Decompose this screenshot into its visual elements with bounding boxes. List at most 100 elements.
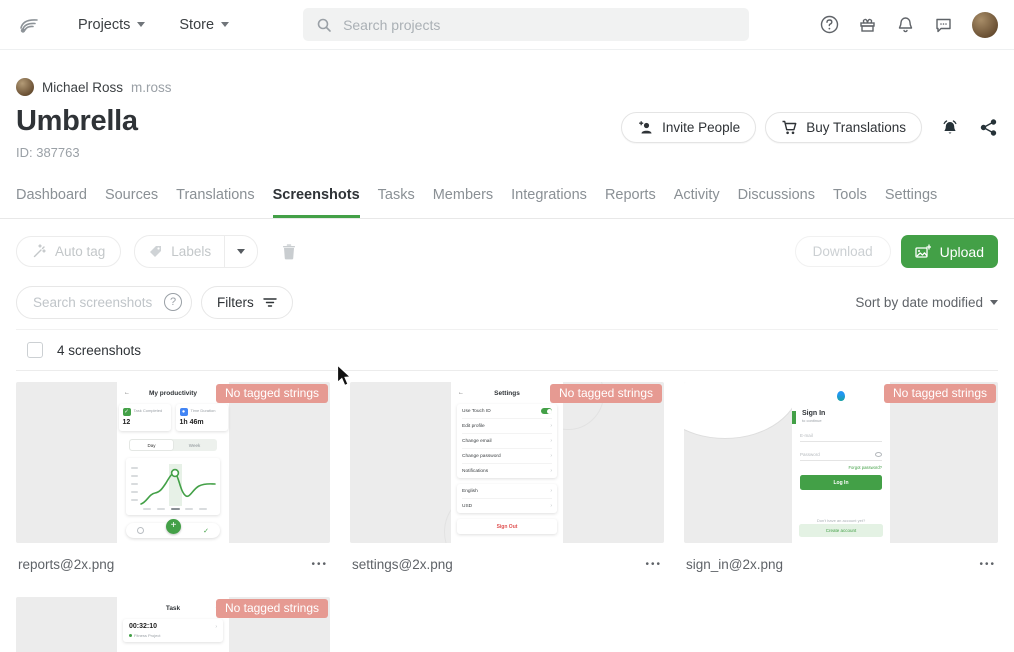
select-all-checkbox[interactable] xyxy=(27,342,43,358)
screenshot-card-task: No tagged strings Task 00:32:10 › Fit xyxy=(16,597,330,652)
owner-username: m.ross xyxy=(131,80,172,95)
tab-tasks[interactable]: Tasks xyxy=(378,187,415,218)
labels-dropdown-button[interactable] xyxy=(224,236,257,267)
store-menu[interactable]: Store xyxy=(179,17,229,33)
screenshot-filename: settings@2x.png xyxy=(352,557,453,572)
bell-icon[interactable] xyxy=(896,15,915,34)
eye-icon xyxy=(875,452,882,457)
project-dot-icon xyxy=(129,634,132,637)
screenshot-card-reports: No tagged strings ← My productivity ✓ Ta… xyxy=(16,382,330,573)
screenshot-search: ? xyxy=(16,286,192,319)
card-menu-icon[interactable]: ••• xyxy=(645,559,662,570)
screenshot-thumbnail[interactable]: No tagged strings Sign In to continue E-… xyxy=(684,382,998,543)
project-actions: Invite People Buy Translations xyxy=(621,112,998,143)
auto-tag-label: Auto tag xyxy=(55,244,105,259)
filters-button[interactable]: Filters xyxy=(201,286,293,319)
tab-sources[interactable]: Sources xyxy=(105,187,158,218)
tab-discussions[interactable]: Discussions xyxy=(738,187,815,218)
tab-dashboard[interactable]: Dashboard xyxy=(16,187,87,218)
screenshot-card-settings: No tagged strings ← Settings Use Touch I… xyxy=(350,382,664,573)
chevron-down-icon xyxy=(237,249,245,254)
clock-icon: ● xyxy=(180,408,188,416)
check-icon: ✓ xyxy=(123,408,131,416)
mini-title: My productivity xyxy=(149,390,197,397)
screenshot-search-input[interactable] xyxy=(31,294,158,311)
screenshot-thumbnail[interactable]: No tagged strings ← Settings Use Touch I… xyxy=(350,382,664,543)
chevron-down-icon xyxy=(137,22,145,27)
tab-integrations[interactable]: Integrations xyxy=(511,187,587,218)
mini-title: Settings xyxy=(494,390,520,397)
crowdin-logo-icon[interactable] xyxy=(16,12,42,38)
screenshot-count: 4 screenshots xyxy=(57,343,141,358)
projects-menu-label: Projects xyxy=(78,17,130,33)
sort-dropdown[interactable]: Sort by date modified xyxy=(855,295,998,310)
check-icon: ✓ xyxy=(203,527,209,535)
subscribe-bell-icon[interactable] xyxy=(940,118,960,138)
thumbnail-image: Sign In to continue E-mail Password Forg… xyxy=(792,382,890,543)
tab-screenshots[interactable]: Screenshots xyxy=(273,187,360,218)
chevron-down-icon xyxy=(990,300,998,305)
screenshot-thumbnail[interactable]: No tagged strings ← My productivity ✓ Ta… xyxy=(16,382,330,543)
buy-translations-button[interactable]: Buy Translations xyxy=(765,112,922,143)
mini-line-chart xyxy=(126,458,220,515)
owner-name: Michael Ross xyxy=(42,80,123,95)
labels-button[interactable]: Labels xyxy=(135,236,224,267)
image-add-icon xyxy=(915,244,931,259)
messages-icon[interactable] xyxy=(934,15,953,34)
status-badge: No tagged strings xyxy=(216,599,328,618)
toggle-on-icon xyxy=(541,408,552,414)
screenshot-card-signin: No tagged strings Sign In to continue E-… xyxy=(684,382,998,573)
projects-menu[interactable]: Projects xyxy=(78,17,145,33)
tag-icon xyxy=(148,244,163,259)
status-badge: No tagged strings xyxy=(884,384,996,403)
search-icon xyxy=(316,17,332,33)
app-logo-icon xyxy=(837,391,845,401)
screenshot-thumbnail[interactable]: No tagged strings Task 00:32:10 › Fit xyxy=(16,597,330,652)
cart-icon xyxy=(781,119,798,136)
tab-settings[interactable]: Settings xyxy=(885,187,937,218)
card-menu-icon[interactable]: ••• xyxy=(979,559,996,570)
screenshot-filename: sign_in@2x.png xyxy=(686,557,783,572)
card-menu-icon[interactable]: ••• xyxy=(311,559,328,570)
upload-button[interactable]: Upload xyxy=(901,235,998,268)
back-arrow-icon: ← xyxy=(124,390,130,396)
screenshots-grid: No tagged strings ← My productivity ✓ Ta… xyxy=(0,382,1014,652)
top-navbar: Projects Store xyxy=(0,0,1014,50)
thumbnail-image: ← Settings Use Touch ID Edit profile› xyxy=(451,382,563,543)
thumbnail-image: Task 00:32:10 › Fitness Project xyxy=(117,597,229,652)
tab-members[interactable]: Members xyxy=(433,187,493,218)
status-badge: No tagged strings xyxy=(216,384,328,403)
project-id: ID: 387763 xyxy=(16,145,998,160)
download-button[interactable]: Download xyxy=(795,236,891,267)
gift-icon[interactable] xyxy=(858,15,877,34)
auto-tag-button[interactable]: Auto tag xyxy=(16,236,121,267)
magic-wand-icon xyxy=(32,244,47,259)
help-icon[interactable] xyxy=(820,15,839,34)
global-search xyxy=(303,8,749,41)
app-window: Projects Store xyxy=(0,0,1014,652)
store-menu-label: Store xyxy=(179,17,214,33)
global-search-input[interactable] xyxy=(341,16,736,34)
invite-people-button[interactable]: Invite People xyxy=(621,112,756,143)
share-icon[interactable] xyxy=(978,118,998,138)
tab-activity[interactable]: Activity xyxy=(674,187,720,218)
tab-tools[interactable]: Tools xyxy=(833,187,867,218)
download-label: Download xyxy=(813,244,873,259)
mini-title: Task xyxy=(166,605,180,612)
filter-bar: ? Filters Sort by date modified xyxy=(0,285,1014,319)
upload-label: Upload xyxy=(940,244,984,260)
person-add-icon xyxy=(637,119,654,136)
screenshot-filename: reports@2x.png xyxy=(18,557,114,572)
user-avatar[interactable] xyxy=(972,12,998,38)
thumbnail-image: ← My productivity ✓ Task Completed 12 xyxy=(117,382,229,543)
tab-reports[interactable]: Reports xyxy=(605,187,656,218)
filters-label: Filters xyxy=(217,295,254,310)
navbar-actions xyxy=(820,12,998,38)
tab-translations[interactable]: Translations xyxy=(176,187,254,218)
search-help-icon[interactable]: ? xyxy=(164,293,182,311)
delete-icon[interactable] xyxy=(280,243,298,261)
project-owner[interactable]: Michael Ross m.ross xyxy=(16,50,998,96)
sort-label: Sort by date modified xyxy=(855,295,983,310)
labels-label: Labels xyxy=(171,244,211,259)
project-tabs: Dashboard Sources Translations Screensho… xyxy=(0,187,1014,219)
